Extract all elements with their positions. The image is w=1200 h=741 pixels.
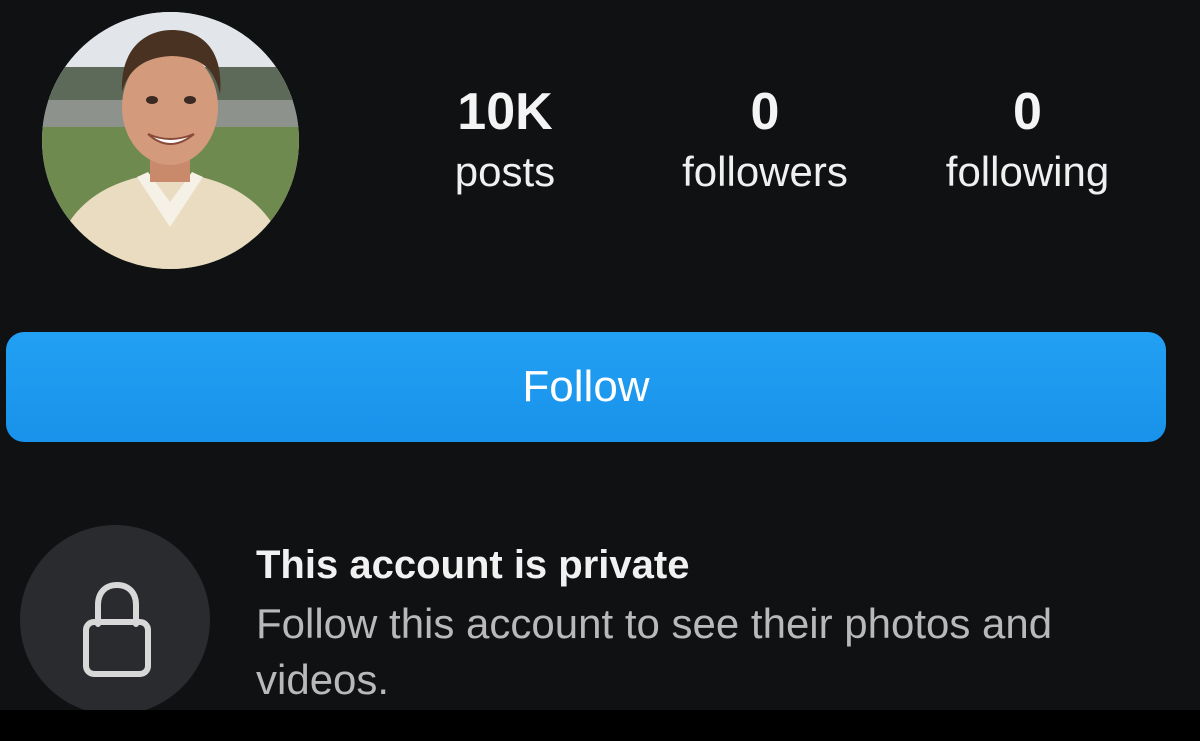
lock-icon (83, 581, 151, 677)
following-label: following (945, 148, 1110, 195)
stat-following[interactable]: 0 following (920, 82, 1135, 198)
profile-screen: 10K posts 0 followers 0 following Follow… (0, 0, 1200, 741)
private-lock-badge (20, 525, 210, 715)
stat-posts: 10K posts (420, 82, 590, 198)
profile-avatar[interactable] (42, 12, 299, 269)
avatar-photo-icon (42, 12, 299, 269)
following-count: 0 (1013, 83, 1042, 141)
bottom-edge (0, 710, 1200, 741)
followers-label: followers (682, 148, 848, 195)
posts-count: 10K (457, 83, 553, 141)
private-account-description: Follow this account to see their photos … (256, 600, 1053, 703)
stat-followers[interactable]: 0 followers (660, 82, 870, 198)
followers-count: 0 (750, 83, 780, 141)
private-account-title: This account is private (256, 543, 690, 587)
posts-label: posts (454, 148, 556, 195)
follow-button[interactable]: Follow (6, 332, 1166, 442)
